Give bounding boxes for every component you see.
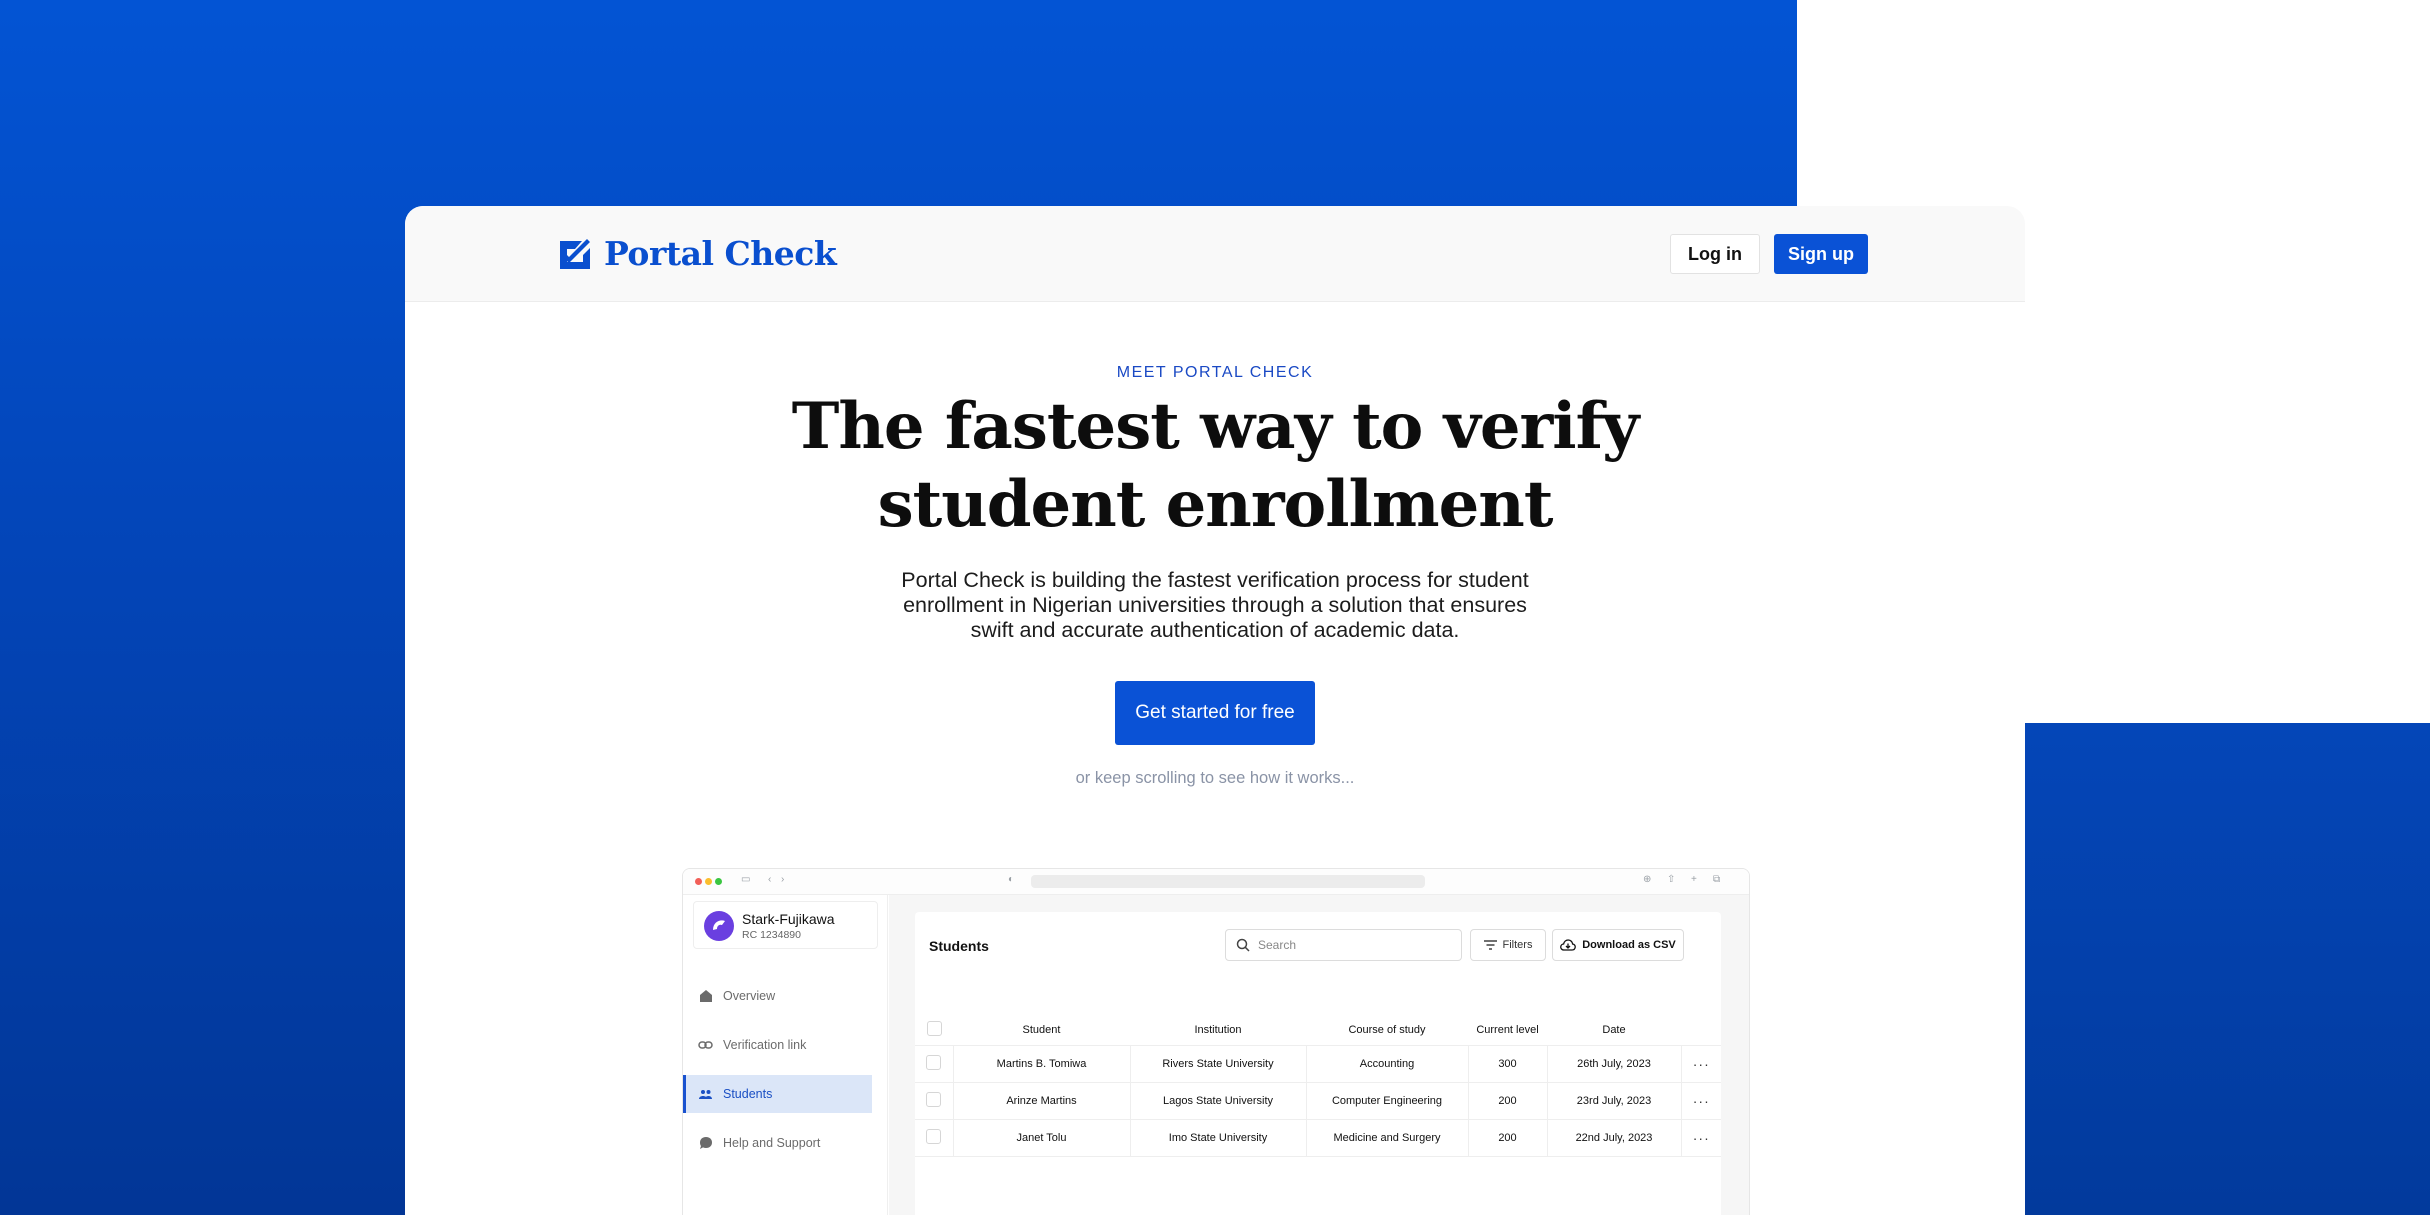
row-checkbox[interactable]: [926, 1091, 942, 1107]
browser-toolbar: ▭ ‹ › ◐ ⊕ ⇧ + ⧉: [683, 869, 1749, 895]
current-level: 200: [1498, 1094, 1517, 1107]
get-started-button[interactable]: Get started for free: [1115, 681, 1315, 745]
back-icon: ‹: [768, 874, 772, 885]
students-panel: Students Search Filters Download as CSV: [915, 912, 1721, 1215]
brand-logo[interactable]: Portal Check: [560, 234, 837, 273]
hero-headline: The fastest way to verify student enroll…: [765, 388, 1665, 544]
filter-icon: [1483, 940, 1497, 950]
cloud-download-icon: [1560, 939, 1577, 951]
search-icon: [1236, 938, 1250, 952]
sidebar-item-label: Overview: [723, 989, 776, 1003]
scroll-note: or keep scrolling to see how it works...: [1075, 769, 1355, 787]
address-bar: [1031, 875, 1425, 888]
column-header[interactable]: Institution: [1130, 1015, 1306, 1046]
course-of-study: Medicine and Surgery: [1306, 1119, 1469, 1157]
current-level: 200: [1498, 1131, 1517, 1144]
more-options-icon[interactable]: ···: [1693, 1056, 1710, 1072]
shield-icon: ◐: [1008, 874, 1015, 885]
download-csv-button[interactable]: Download as CSV: [1552, 929, 1684, 961]
chat-icon: [698, 1136, 713, 1151]
column-header[interactable]: Date: [1547, 1015, 1681, 1046]
link-icon: [698, 1038, 713, 1053]
table-row[interactable]: Martins B. Tomiwa Rivers State Universit…: [915, 1045, 1721, 1083]
share-icon: ⇧: [1667, 874, 1676, 885]
student-name: Janet Tolu: [953, 1119, 1131, 1157]
organization-name: Stark-Fujikawa: [742, 911, 835, 927]
login-button[interactable]: Log in: [1670, 234, 1760, 274]
institution: Rivers State University: [1130, 1045, 1307, 1083]
sidebar-item-students[interactable]: Students: [683, 1075, 872, 1113]
course-of-study: Computer Engineering: [1306, 1082, 1469, 1120]
app-preview-window: ▭ ‹ › ◐ ⊕ ⇧ + ⧉ Stark-Fujikawa RC 123489…: [682, 868, 1750, 1215]
minimize-dot-icon: [705, 878, 712, 885]
students-title: Students: [929, 938, 989, 954]
app-main-area: Students Search Filters Download as CSV: [889, 895, 1749, 1215]
institution: Lagos State University: [1130, 1082, 1307, 1120]
date: 22nd July, 2023: [1547, 1119, 1682, 1157]
organization-switcher[interactable]: Stark-Fujikawa RC 1234890: [693, 901, 878, 949]
column-header[interactable]: Course of study: [1306, 1015, 1468, 1046]
app-sidebar: Stark-Fujikawa RC 1234890 Overview Verif…: [683, 895, 888, 1215]
avatar: [704, 911, 734, 941]
more-options-icon[interactable]: ···: [1693, 1093, 1710, 1109]
filters-button[interactable]: Filters: [1470, 929, 1546, 961]
top-navigation: Portal Check Log in Sign up: [405, 206, 2025, 302]
hero-section: MEET PORTAL CHECK The fastest way to ver…: [405, 302, 2025, 788]
home-icon: [698, 989, 713, 1004]
brand-name: Portal Check: [604, 234, 837, 273]
select-all-checkbox[interactable]: [926, 1020, 942, 1036]
hero-headline-line1: The fastest way to verify: [791, 389, 1640, 464]
landing-page-card: Portal Check Log in Sign up MEET PORTAL …: [405, 206, 2025, 1215]
sidebar-item-label: Verification link: [723, 1038, 807, 1052]
column-header[interactable]: Current level: [1468, 1015, 1547, 1046]
background-blue-corner: [2025, 723, 2430, 1215]
download-csv-label: Download as CSV: [1582, 939, 1676, 951]
current-level: 300: [1498, 1057, 1517, 1070]
row-checkbox[interactable]: [926, 1054, 942, 1070]
org-logo-icon: [713, 920, 725, 930]
date: 23rd July, 2023: [1547, 1082, 1682, 1120]
search-placeholder: Search: [1258, 938, 1297, 952]
hero-subtext: Portal Check is building the fastest ver…: [901, 568, 1529, 642]
organization-rc: RC 1234890: [742, 929, 801, 941]
checkbox-logo-icon: [560, 238, 590, 269]
sidebar-item-help-and-support[interactable]: Help and Support: [683, 1124, 872, 1162]
student-name: Martins B. Tomiwa: [953, 1045, 1131, 1083]
student-name: Arinze Martins: [953, 1082, 1131, 1120]
sidebar-item-label: Students: [723, 1087, 773, 1101]
more-options-icon[interactable]: ···: [1693, 1130, 1710, 1146]
table-row[interactable]: Janet Tolu Imo State University Medicine…: [915, 1119, 1721, 1157]
hero-eyebrow: MEET PORTAL CHECK: [1116, 364, 1314, 381]
download-icon: ⊕: [1643, 874, 1652, 885]
date: 26th July, 2023: [1547, 1045, 1682, 1083]
tabs-icon: ⧉: [1713, 874, 1721, 885]
sidebar-item-overview[interactable]: Overview: [683, 977, 872, 1015]
close-dot-icon: [695, 878, 702, 885]
new-tab-icon: +: [1691, 874, 1697, 885]
students-table: Student Institution Course of study Curr…: [915, 1015, 1721, 1157]
course-of-study: Accounting: [1306, 1045, 1469, 1083]
signup-button[interactable]: Sign up: [1774, 234, 1868, 274]
table-row[interactable]: Arinze Martins Lagos State University Co…: [915, 1082, 1721, 1120]
maximize-dot-icon: [715, 878, 722, 885]
sidebar-toggle-icon: ▭: [741, 874, 751, 885]
sidebar-item-verification-link[interactable]: Verification link: [683, 1026, 872, 1064]
filters-label: Filters: [1502, 939, 1533, 951]
search-input[interactable]: Search: [1225, 929, 1462, 961]
forward-icon: ›: [781, 874, 785, 885]
hero-headline-line2: student enrollment: [877, 467, 1554, 542]
table-header-row: Student Institution Course of study Curr…: [915, 1015, 1721, 1046]
column-header[interactable]: Student: [953, 1015, 1130, 1046]
users-icon: [698, 1087, 713, 1102]
institution: Imo State University: [1130, 1119, 1307, 1157]
row-checkbox[interactable]: [926, 1128, 942, 1144]
sidebar-item-label: Help and Support: [723, 1136, 821, 1150]
